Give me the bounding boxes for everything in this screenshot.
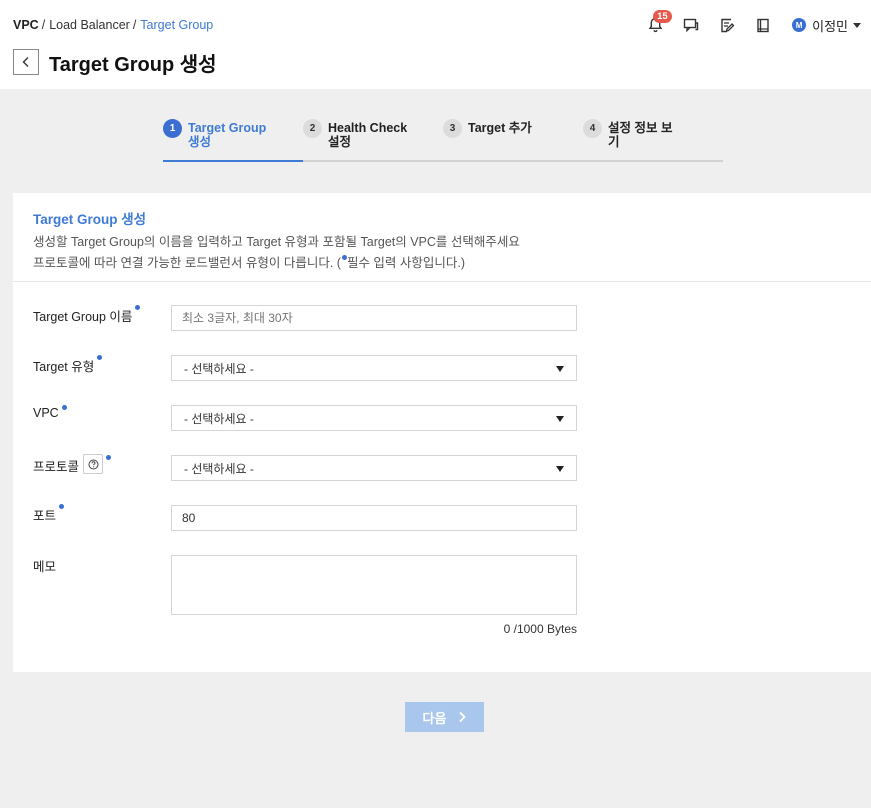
required-note-suffix: 필수 입력 사항입니다.): [346, 256, 466, 270]
vpc-selected: - 선택하세요 -: [184, 411, 254, 426]
target-type-label-text: Target 유형: [33, 360, 95, 374]
breadcrumb-separator: /: [132, 18, 137, 32]
stepper-progress: [163, 160, 303, 162]
name-label-text: Target Group 이름: [33, 310, 133, 324]
question-icon: [88, 459, 99, 469]
port-label-text: 포트: [33, 509, 57, 523]
required-dot-icon: [61, 405, 67, 410]
caret-down-icon: [556, 466, 564, 472]
protocol-label: 프로토콜: [33, 454, 112, 475]
section-title: Target Group 생성: [33, 212, 147, 227]
protocol-select[interactable]: - 선택하세요 -: [171, 455, 577, 481]
breadcrumb-load-balancer[interactable]: Load Balancer: [49, 18, 130, 32]
next-button-label: 다음: [422, 710, 447, 726]
notification-count-badge: 15: [653, 10, 672, 23]
required-dot-icon: [97, 355, 103, 360]
target-type-select[interactable]: - 선택하세요 -: [171, 355, 577, 381]
memo-label: 메모: [33, 556, 56, 575]
edit-note-icon: [720, 18, 735, 32]
section-description-required-note: 프로토콜에 따라 연결 가능한 로드밸런서 유형이 다릅니다. ( 필수 입력 사…: [33, 252, 465, 271]
memo-textarea[interactable]: [171, 555, 577, 615]
notifications-button[interactable]: 15: [643, 10, 672, 37]
user-menu[interactable]: M 이정민: [792, 16, 861, 35]
required-note-prefix: 프로토콜에 따라 연결 가능한 로드밸런서 유형이 다릅니다. (: [33, 256, 341, 270]
protocol-help-button[interactable]: [83, 454, 104, 474]
step-1: 1 Target Group 생성: [163, 118, 303, 149]
chat-icon: [683, 18, 699, 32]
step-label: 설정 정보 보기: [608, 121, 673, 149]
step-number: 1: [163, 119, 182, 138]
target-type-selected: - 선택하세요 -: [184, 361, 254, 376]
protocol-label-text: 프로토콜: [33, 460, 80, 474]
port-input[interactable]: 80: [171, 505, 577, 531]
step-number: 3: [443, 119, 462, 138]
caret-down-icon: [556, 366, 564, 372]
port-value: 80: [182, 511, 196, 525]
required-dot-icon: [59, 504, 65, 509]
avatar: M: [792, 18, 807, 32]
next-button[interactable]: 다음: [405, 702, 484, 732]
step-number: 2: [303, 119, 322, 138]
back-button[interactable]: [13, 49, 39, 75]
vpc-select[interactable]: - 선택하세요 -: [171, 405, 577, 431]
breadcrumb-target-group: Target Group: [140, 18, 214, 32]
header-toolbar: 15 M 이정민: [631, 10, 861, 37]
page-title: Target Group 생성: [49, 54, 217, 76]
name-label: Target Group 이름: [33, 305, 141, 325]
form-card: Target Group 생성 생성할 Target Group의 이름을 입력…: [13, 193, 871, 672]
form-card-header: Target Group 생성 생성할 Target Group의 이름을 입력…: [13, 193, 871, 282]
top-header: VPC / Load Balancer / Target Group 15 M 이정민 …: [0, 0, 871, 89]
wizard-stepper: 1 Target Group 생성 2 Health Check 설정 3 Ta…: [163, 118, 723, 163]
notes-button[interactable]: [715, 13, 739, 37]
chevron-left-icon: [22, 57, 29, 67]
step-label: Health Check 설정: [328, 121, 408, 149]
messages-button[interactable]: [679, 13, 703, 37]
vpc-label-text: VPC: [33, 406, 59, 420]
book-icon: [757, 18, 769, 32]
section-description: 생성할 Target Group의 이름을 입력하고 Target 유형과 포함…: [33, 235, 520, 249]
port-label: 포트: [33, 504, 65, 524]
memo-label-text: 메모: [33, 560, 57, 574]
step-label: Target Group 생성: [188, 121, 267, 149]
protocol-selected: - 선택하세요 -: [184, 461, 254, 476]
vpc-label: VPC: [33, 405, 67, 420]
step-label: Target 추가: [468, 121, 532, 135]
breadcrumb-separator: /: [41, 18, 46, 32]
chevron-right-icon: [458, 711, 467, 723]
required-dot-icon: [135, 305, 141, 310]
breadcrumb: VPC / Load Balancer / Target Group: [13, 18, 213, 32]
step-3: 3 Target 추가: [443, 118, 583, 138]
step-number: 4: [583, 119, 602, 138]
docs-button[interactable]: [751, 13, 775, 37]
user-name: 이정민: [812, 18, 848, 34]
memo-byte-counter: 0 /1000 Bytes: [503, 622, 577, 636]
step-4: 4 설정 정보 보기: [583, 118, 723, 149]
step-2: 2 Health Check 설정: [303, 118, 443, 149]
target-type-label: Target 유형: [33, 355, 103, 375]
caret-down-icon: [556, 416, 564, 422]
caret-down-icon: [853, 22, 861, 28]
target-group-name-input[interactable]: [171, 305, 577, 331]
required-dot-icon: [106, 455, 112, 460]
breadcrumb-vpc[interactable]: VPC: [13, 18, 39, 32]
